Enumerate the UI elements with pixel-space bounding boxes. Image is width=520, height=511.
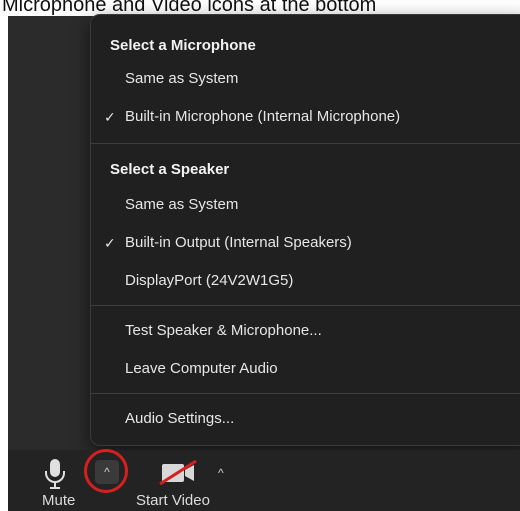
chevron-up-icon[interactable]: ^ [218, 466, 224, 480]
mic-option-built-in[interactable]: ✓ Built-in Microphone (Internal Micropho… [91, 99, 520, 135]
speaker-option-label: Same as System [125, 196, 239, 213]
start-video-label[interactable]: Start Video [136, 492, 210, 509]
highlight-circle [84, 449, 128, 493]
menu-divider [91, 393, 520, 394]
speaker-section-header: Select a Speaker [110, 161, 230, 178]
microphone-icon[interactable] [42, 458, 68, 495]
mic-option-label: Same as System [125, 70, 239, 87]
checkmark-icon: ✓ [104, 109, 116, 125]
mic-option-label: Built-in Microphone (Internal Microphone… [125, 108, 401, 125]
speaker-option-displayport[interactable]: DisplayPort (24V2W1G5) [91, 263, 520, 299]
leave-computer-audio-item[interactable]: Leave Computer Audio [91, 351, 520, 387]
checkmark-icon: ✓ [104, 235, 116, 251]
speaker-option-label: DisplayPort (24V2W1G5) [125, 272, 294, 289]
audio-options-menu: Select a Microphone Same as System ✓ Bui… [90, 14, 520, 446]
menu-item-label: Leave Computer Audio [125, 360, 278, 377]
speaker-option-same-as-system[interactable]: Same as System [91, 187, 520, 223]
video-off-icon[interactable] [158, 459, 200, 491]
menu-item-label: Audio Settings... [125, 410, 235, 427]
menu-divider [91, 305, 520, 306]
meeting-toolbar [8, 450, 520, 511]
audio-settings-item[interactable]: Audio Settings... [91, 401, 520, 437]
speaker-option-built-in[interactable]: ✓ Built-in Output (Internal Speakers) [91, 225, 520, 261]
mic-option-same-as-system[interactable]: Same as System [91, 61, 520, 97]
menu-divider [91, 143, 520, 144]
test-speaker-microphone-item[interactable]: Test Speaker & Microphone... [91, 313, 520, 349]
speaker-option-label: Built-in Output (Internal Speakers) [125, 234, 352, 251]
mute-label[interactable]: Mute [42, 492, 75, 509]
menu-item-label: Test Speaker & Microphone... [125, 322, 322, 339]
microphone-section-header: Select a Microphone [110, 37, 256, 54]
